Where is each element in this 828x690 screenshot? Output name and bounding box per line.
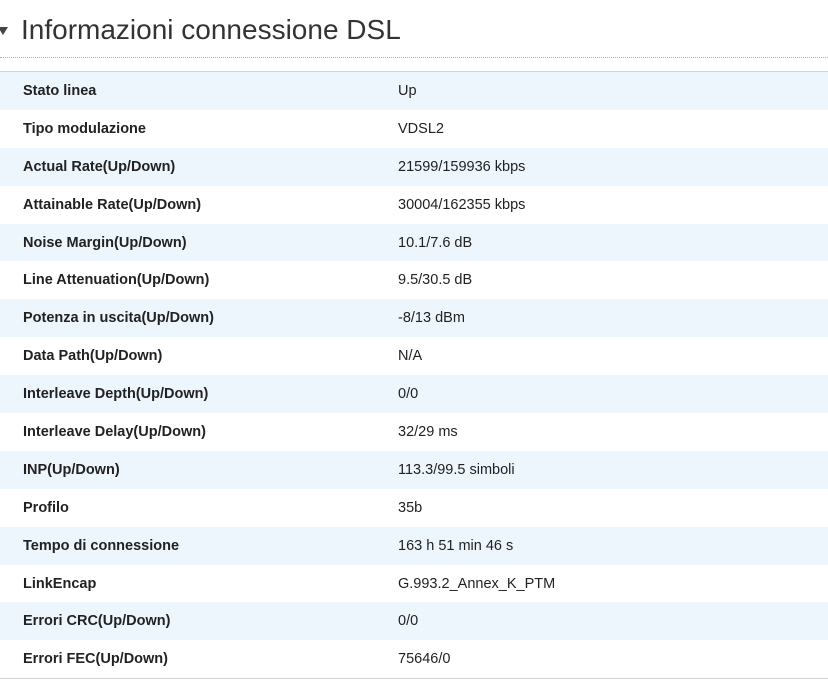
row-value: 32/29 ms (398, 423, 458, 440)
table-row: Errori CRC(Up/Down) 0/0 (0, 602, 828, 641)
row-label: Errori FEC(Up/Down) (23, 651, 168, 668)
row-label: Potenza in uscita(Up/Down) (23, 310, 214, 327)
table-row: Tempo di connessione 163 h 51 min 46 s (0, 526, 828, 565)
row-label: Attainable Rate(Up/Down) (23, 196, 202, 213)
row-label: Tipo modulazione (23, 120, 146, 137)
row-value: VDSL2 (398, 120, 444, 137)
row-value: 75646/0 (398, 651, 451, 668)
row-label: Data Path(Up/Down) (23, 348, 163, 365)
table-row: Attainable Rate(Up/Down) 30004/162355 kb… (0, 185, 828, 224)
row-value: 0/0 (398, 613, 419, 630)
dsl-info-table: Stato linea Up Tipo modulazione VDSL2 Ac… (0, 71, 828, 680)
row-label: Line Attenuation(Up/Down) (23, 272, 210, 289)
table-row: Interleave Depth(Up/Down) 0/0 (0, 375, 828, 414)
row-value: 10.1/7.6 dB (398, 234, 473, 251)
row-label: INP(Up/Down) (23, 461, 120, 478)
table-row: Tipo modulazione VDSL2 (0, 109, 828, 148)
row-label: LinkEncap (23, 575, 97, 592)
row-label: Interleave Depth(Up/Down) (23, 386, 209, 403)
table-row: LinkEncap G.993.2_Annex_K_PTM (0, 564, 828, 603)
row-value: 0/0 (398, 386, 419, 403)
row-value: N/A (398, 348, 423, 365)
row-label: Tempo di connessione (23, 537, 180, 554)
row-value: 30004/162355 kbps (398, 196, 526, 213)
table-row: Interleave Delay(Up/Down) 32/29 ms (0, 413, 828, 451)
row-value: -8/13 dBm (398, 310, 465, 327)
row-label: Stato linea (23, 82, 97, 99)
table-row: INP(Up/Down) 113.3/99.5 simboli (0, 450, 828, 489)
row-value: G.993.2_Annex_K_PTM (398, 575, 556, 592)
section-title: Informazioni connessione DSL (21, 14, 401, 45)
section-header: Informazioni connessione DSL (0, 0, 828, 58)
table-row: Stato linea Up (0, 72, 828, 110)
row-value: 163 h 51 min 46 s (398, 537, 514, 554)
collapse-triangle-icon[interactable] (0, 27, 8, 35)
table-row: Actual Rate(Up/Down) 21599/159936 kbps (0, 147, 828, 186)
row-value: 35b (398, 499, 423, 516)
row-label: Actual Rate(Up/Down) (23, 158, 176, 175)
table-row: Noise Margin(Up/Down) 10.1/7.6 dB (0, 223, 828, 262)
table-row: Data Path(Up/Down) N/A (0, 337, 828, 376)
row-label: Errori CRC(Up/Down) (23, 613, 171, 630)
table-row: Profilo 35b (0, 488, 828, 527)
table-row: Potenza in uscita(Up/Down) -8/13 dBm (0, 299, 828, 338)
table-row: Errori FEC(Up/Down) 75646/0 (0, 640, 828, 679)
row-label: Noise Margin(Up/Down) (23, 234, 187, 251)
table-row: Line Attenuation(Up/Down) 9.5/30.5 dB (0, 261, 828, 300)
row-value: 21599/159936 kbps (398, 158, 526, 175)
row-label: Interleave Delay(Up/Down) (23, 423, 206, 440)
row-value: Up (398, 82, 417, 99)
row-value: 9.5/30.5 dB (398, 272, 473, 289)
row-label: Profilo (23, 499, 69, 516)
row-value: 113.3/99.5 simboli (398, 461, 515, 478)
